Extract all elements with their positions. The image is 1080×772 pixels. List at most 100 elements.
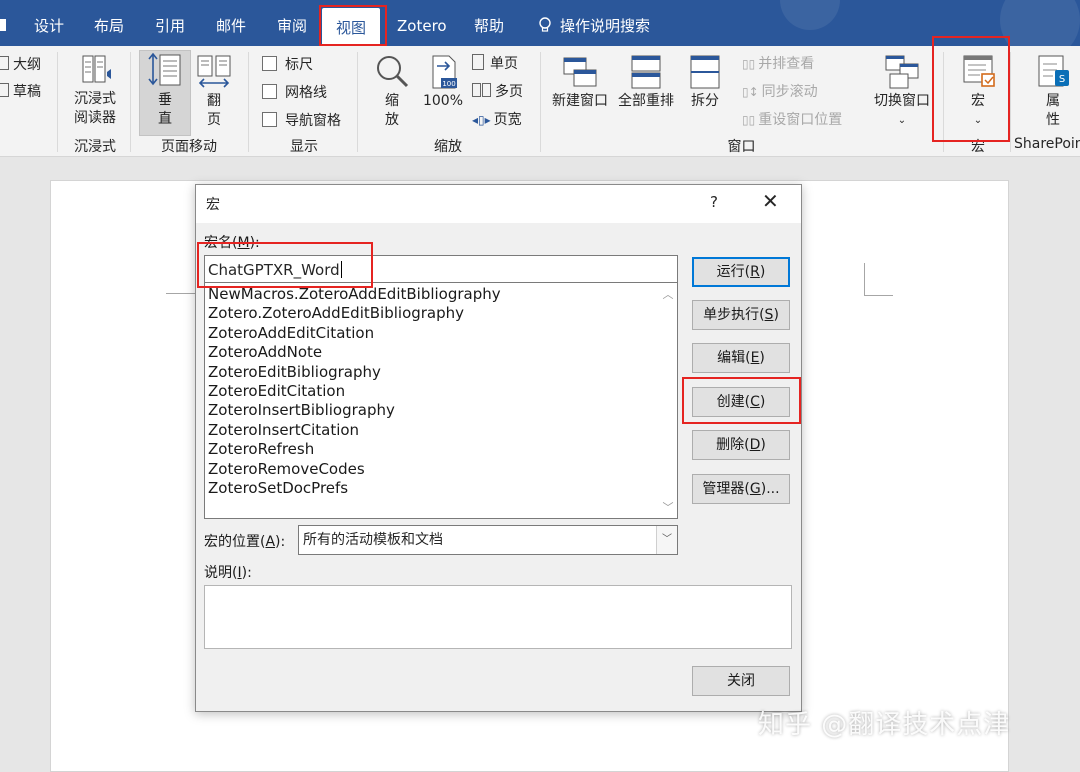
split-icon (690, 55, 720, 89)
sync-scroll-icon: ▯↕ (742, 85, 759, 99)
help-button[interactable]: ? (710, 193, 718, 211)
sync-scroll-button[interactable]: ▯↕ 同步滚动 (742, 81, 818, 101)
vertical-scroll-icon (148, 52, 181, 86)
crop-mark (864, 263, 893, 296)
switch-window-icon (885, 55, 919, 89)
decorative-shape (780, 0, 840, 30)
switch-window-button[interactable]: 切换窗口 ⌄ (870, 52, 934, 130)
macro-location-select[interactable]: 所有的活动模板和文档 ﹀ (298, 525, 678, 555)
crop-mark (166, 263, 197, 294)
tab-help[interactable]: 帮助 (474, 0, 504, 46)
tab-references[interactable]: 引用 (155, 0, 185, 46)
scroll-up-icon[interactable]: ︿ (661, 286, 675, 302)
group-label-page-move: 页面移动 (161, 139, 217, 155)
delete-button[interactable]: 删除(D) (692, 430, 790, 460)
vertical-page-button[interactable]: 垂 直 (139, 50, 191, 136)
dialog-title: 宏 (206, 197, 220, 213)
side-by-side-icon: ▯▯ (742, 57, 756, 71)
zoom-100-button[interactable]: 100 100% (418, 52, 468, 111)
highlight-macro-name (197, 242, 373, 288)
macro-list-item[interactable]: ZoteroInsertCitation (208, 421, 359, 439)
checkbox-icon (262, 56, 277, 71)
description-label: 说明(I): (204, 565, 252, 581)
page-width-icon: ◂▯▸ (472, 113, 491, 127)
tab-layout[interactable]: 布局 (94, 0, 124, 46)
chevron-down-icon[interactable]: ﹀ (656, 526, 677, 554)
watermark: 知乎 @翻译技术点津 (758, 710, 1011, 740)
outline-button[interactable]: 大纲 (0, 54, 41, 74)
zoom-button[interactable]: 缩 放 (370, 52, 414, 130)
macro-list-item[interactable]: ZoteroInsertBibliography (208, 401, 395, 419)
divider (540, 52, 541, 152)
close-button[interactable]: 关闭 (692, 666, 790, 696)
run-button[interactable]: 运行(R) (692, 257, 790, 287)
split-button[interactable]: 拆分 (684, 52, 726, 111)
macro-list-item[interactable]: Zotero.ZoteroAddEditBibliography (208, 304, 464, 322)
macro-list-item[interactable]: ZoteroRemoveCodes (208, 460, 365, 478)
group-label-window: 窗口 (727, 139, 756, 155)
one-page-icon (472, 54, 484, 70)
macro-list-item[interactable]: ZoteroEditCitation (208, 382, 345, 400)
new-window-button[interactable]: 新建窗口 (549, 52, 611, 111)
reset-position-button[interactable]: ▯▯ 重设窗口位置 (742, 109, 842, 129)
tell-me-search[interactable]: 操作说明搜索 (538, 0, 650, 46)
divider (1010, 52, 1011, 152)
page-width-button[interactable]: ◂▯▸ 页宽 (472, 109, 522, 129)
scroll-down-icon[interactable]: ﹀ (661, 499, 675, 515)
immersive-reader-button[interactable]: 沉浸式 阅读器 (66, 52, 124, 128)
close-icon[interactable]: ✕ (762, 191, 779, 211)
reset-position-icon: ▯▯ (742, 113, 756, 127)
description-box (204, 585, 792, 649)
step-into-button[interactable]: 单步执行(S) (692, 300, 790, 330)
arrange-all-icon (631, 55, 661, 89)
svg-text:S: S (1059, 74, 1065, 85)
ribbon: 大纲 草稿 沉浸式 阅读器 沉浸式 垂 直 翻 页 页面移动 标尺 网格线 导航… (0, 46, 1080, 157)
nav-pane-checkbox[interactable]: 导航窗格 (262, 110, 341, 130)
side-to-side-button[interactable]: 翻 页 (192, 52, 236, 130)
arrange-all-button[interactable]: 全部重排 (614, 52, 678, 111)
macro-list[interactable]: ︿ ﹀ NewMacros.ZoteroAddEditBibliography Z… (204, 283, 678, 519)
divider (130, 52, 131, 152)
divider (57, 52, 58, 152)
organizer-button[interactable]: 管理器(G)... (692, 474, 790, 504)
checkbox-icon (262, 84, 277, 99)
new-window-icon (563, 57, 597, 87)
multi-page-icon (472, 83, 481, 97)
ruler-checkbox[interactable]: 标尺 (262, 54, 313, 74)
ribbon-tab-bar: 设计 布局 引用 邮件 审阅 视图 Zotero 帮助 操作说明搜索 (0, 0, 1080, 60)
tab-zotero[interactable]: Zotero (397, 0, 447, 46)
magnifier-icon (377, 56, 409, 88)
svg-text:100: 100 (442, 80, 455, 88)
draft-icon (0, 83, 9, 97)
draft-button[interactable]: 草稿 (0, 81, 41, 101)
divider (357, 52, 358, 152)
chevron-down-icon: ⌄ (897, 115, 907, 126)
macro-list-item[interactable]: ZoteroSetDocPrefs (208, 479, 348, 497)
one-page-button[interactable]: 单页 (472, 53, 518, 73)
highlight-view-tab (319, 5, 387, 46)
macro-list-item[interactable]: ZoteroRefresh (208, 440, 314, 458)
multi-page-button[interactable]: 多页 (472, 81, 523, 101)
edit-button[interactable]: 编辑(E) (692, 343, 790, 373)
group-label-zoom: 缩放 (434, 139, 462, 155)
divider (248, 52, 249, 152)
tab-design[interactable]: 设计 (34, 0, 64, 46)
group-label-immersive: 沉浸式 (74, 139, 116, 155)
group-label-show: 显示 (290, 139, 318, 155)
macro-list-item[interactable]: ZoteroEditBibliography (208, 363, 381, 381)
zoom-100-icon: 100 (432, 55, 457, 89)
side-by-side-button[interactable]: ▯▯ 并排查看 (742, 53, 814, 73)
highlight-macros-button (932, 36, 1010, 142)
outline-icon (0, 56, 9, 70)
side-to-side-icon (197, 55, 231, 88)
macro-list-item[interactable]: ZoteroAddEditCitation (208, 324, 374, 342)
properties-button[interactable]: S 属 性 (1028, 52, 1078, 130)
tab-partial[interactable] (0, 0, 10, 46)
macro-list-item[interactable]: ZoteroAddNote (208, 343, 322, 361)
immersive-reader-icon (82, 55, 111, 83)
group-label-sharepoint: SharePoin (1014, 136, 1080, 152)
properties-icon: S (1038, 55, 1069, 87)
gridlines-checkbox[interactable]: 网格线 (262, 82, 327, 102)
tab-mailings[interactable]: 邮件 (216, 0, 246, 46)
tab-review[interactable]: 审阅 (277, 0, 307, 46)
